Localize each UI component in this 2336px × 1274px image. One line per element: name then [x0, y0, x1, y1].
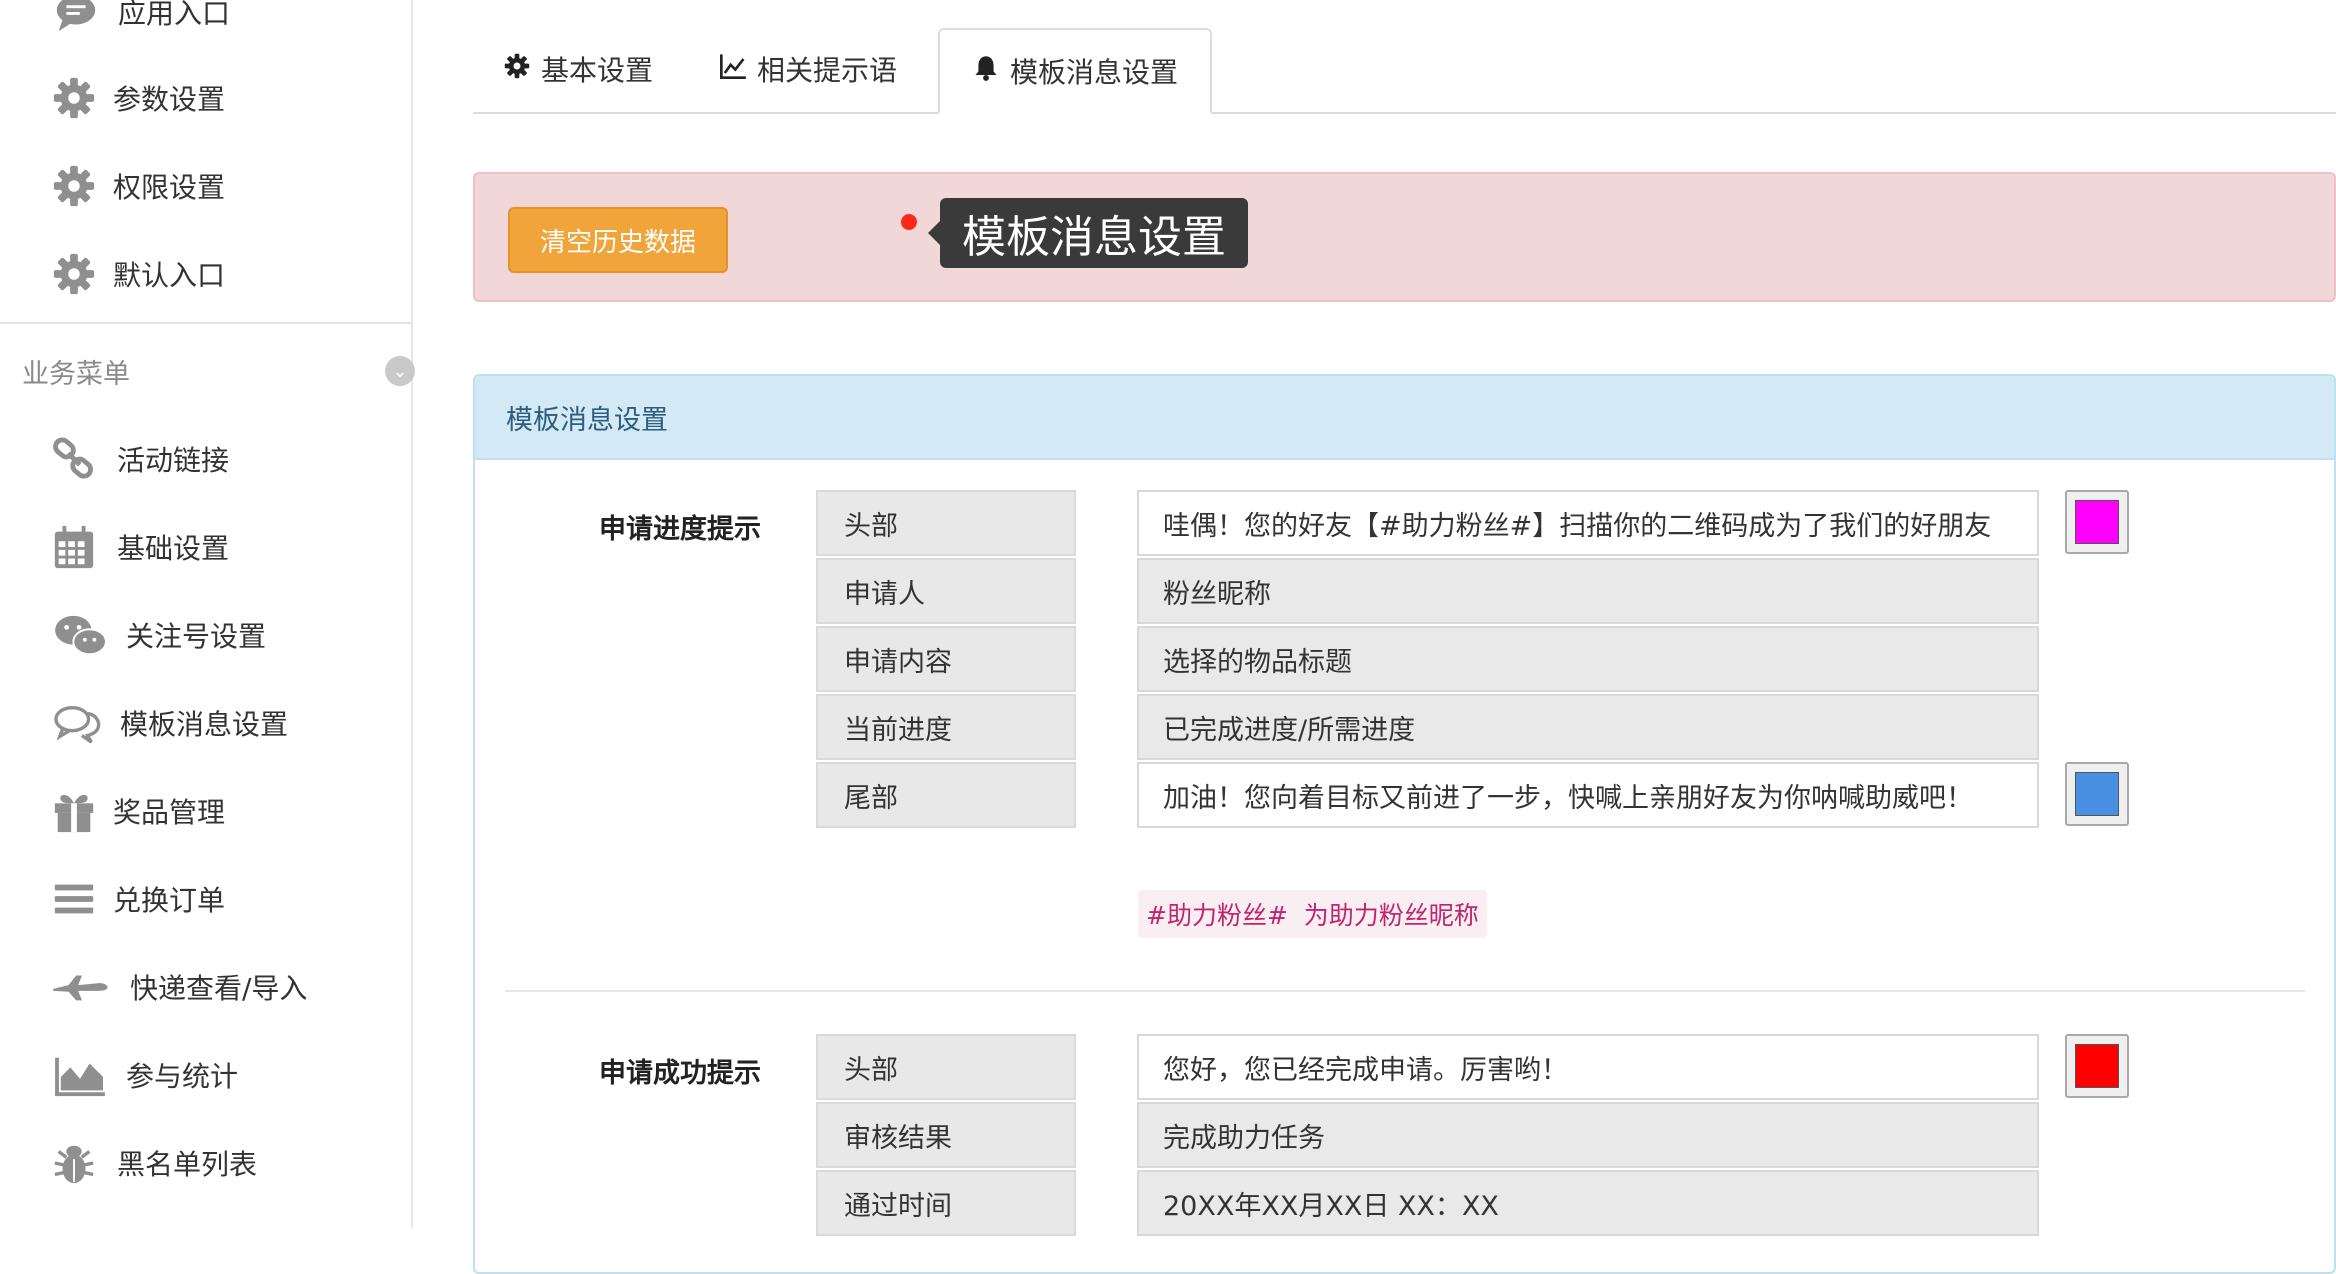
color-swatch-fill: [2075, 1044, 2119, 1088]
gear-icon: [50, 250, 98, 298]
row-label: 当前进度: [816, 694, 1076, 760]
area-chart-icon: [52, 1051, 108, 1099]
chevron-down-icon[interactable]: ⌄: [385, 356, 415, 386]
tab-related-prompts[interactable]: 相关提示语: [719, 28, 897, 110]
readonly-field: 粉丝昵称: [1137, 558, 2039, 624]
header-text-input[interactable]: 哇偶！您的好友【#助力粉丝#】扫描你的二维码成为了我们的好朋友: [1137, 490, 2039, 556]
template-message-panel: 模板消息设置 申请进度提示 头部 哇偶！您的好友【#助力粉丝#】扫描你的二维码成…: [473, 374, 2336, 1274]
tab-bar: 基本设置 相关提示语 模板消息设置: [473, 28, 2336, 114]
sidebar-item-activity-link[interactable]: 活动链接: [0, 419, 411, 499]
sidebar-item-blacklist[interactable]: 黑名单列表: [0, 1123, 411, 1203]
sidebar: 应用入口 参数设置 权限设置 默认入口 业务菜单 ⌄ 活动链接 基础设置 关注号…: [0, 0, 415, 1228]
sidebar-item-exchange-orders[interactable]: 兑换订单: [0, 859, 411, 939]
sidebar-item-label: 黑名单列表: [117, 1148, 258, 1181]
sidebar-item-label: 兑换订单: [113, 884, 226, 917]
alert-bar: 清空历史数据 模板消息设置: [473, 172, 2336, 302]
row-label: 头部: [816, 490, 1076, 556]
color-swatch-fill: [2075, 500, 2119, 544]
readonly-field: 选择的物品标题: [1137, 626, 2039, 692]
gear-icon: [503, 52, 531, 87]
readonly-field: 20XX年XX月XX日 XX：XX: [1137, 1170, 2039, 1236]
row-label: 申请人: [816, 558, 1076, 624]
gift-icon: [50, 787, 98, 835]
readonly-field: 完成助力任务: [1137, 1102, 2039, 1168]
sidebar-item-prizes[interactable]: 奖品管理: [0, 771, 411, 851]
sidebar-item-stats[interactable]: 参与统计: [0, 1035, 411, 1115]
sidebar-item-label: 奖品管理: [113, 796, 226, 829]
bell-icon: [972, 54, 1000, 89]
readonly-field: 已完成进度/所需进度: [1137, 694, 2039, 760]
sidebar-item-label: 模板消息设置: [120, 708, 289, 741]
gear-icon: [50, 74, 98, 122]
sidebar-item-label: 快递查看/导入: [130, 972, 308, 1005]
tab-basic-settings[interactable]: 基本设置: [503, 28, 653, 110]
section-title: 申请进度提示: [599, 514, 761, 545]
sidebar-item-params[interactable]: 参数设置: [0, 58, 411, 138]
color-picker[interactable]: [2065, 490, 2129, 554]
header-text-input[interactable]: 您好，您已经完成申请。厉害哟！: [1137, 1034, 2039, 1100]
calendar-icon: [50, 523, 98, 571]
sidebar-item-follow-account[interactable]: 关注号设置: [0, 595, 411, 675]
sidebar-item-label: 权限设置: [113, 171, 226, 204]
tab-label: 基本设置: [541, 54, 654, 87]
bug-icon: [50, 1139, 98, 1187]
color-picker[interactable]: [2065, 1034, 2129, 1098]
clear-history-button[interactable]: 清空历史数据: [508, 207, 728, 273]
section-title: 申请成功提示: [599, 1058, 761, 1089]
sidebar-item-express[interactable]: 快递查看/导入: [0, 947, 411, 1027]
sidebar-item-label: 活动链接: [117, 444, 230, 477]
comments-icon: [52, 699, 104, 747]
row-label: 尾部: [816, 762, 1076, 828]
sidebar-item-label: 默认入口: [113, 259, 226, 292]
chat-bubble-icon: [52, 0, 100, 36]
plane-icon: [50, 963, 112, 1011]
list-icon: [50, 875, 98, 923]
sidebar-item-label: 应用入口: [118, 0, 231, 30]
tooltip: 模板消息设置: [928, 198, 1248, 268]
sidebar-group-label: 业务菜单: [22, 359, 130, 390]
sidebar-item-template-message[interactable]: 模板消息设置: [0, 683, 411, 763]
sidebar-item-label: 基础设置: [117, 532, 230, 565]
sidebar-item-app-entry[interactable]: 应用入口: [0, 0, 411, 52]
row-label: 通过时间: [816, 1170, 1076, 1236]
section-divider: [505, 990, 2305, 992]
sidebar-item-label: 参数设置: [113, 83, 226, 116]
tab-template-message[interactable]: 模板消息设置: [938, 28, 1212, 114]
color-swatch-fill: [2075, 772, 2119, 816]
line-chart-icon: [719, 52, 747, 87]
sidebar-item-permissions[interactable]: 权限设置: [0, 146, 411, 226]
indicator-dot: [901, 214, 917, 230]
sidebar-item-default-entry[interactable]: 默认入口: [0, 234, 411, 314]
wechat-icon: [52, 611, 110, 659]
sidebar-item-basic-settings[interactable]: 基础设置: [0, 507, 411, 587]
color-picker[interactable]: [2065, 762, 2129, 826]
link-icon: [50, 435, 98, 483]
gear-icon: [50, 162, 98, 210]
tab-label: 相关提示语: [757, 54, 898, 87]
variable-hint: #助力粉丝# 为助力粉丝昵称: [1138, 890, 1487, 938]
row-label: 审核结果: [816, 1102, 1076, 1168]
sidebar-item-label: 参与统计: [126, 1060, 239, 1093]
footer-text-input[interactable]: 加油！您向着目标又前进了一步，快喊上亲朋好友为你呐喊助威吧！: [1137, 762, 2039, 828]
sidebar-divider: [0, 322, 411, 324]
tab-label: 模板消息设置: [1009, 56, 1178, 89]
row-label: 头部: [816, 1034, 1076, 1100]
panel-title: 模板消息设置: [475, 376, 2334, 460]
sidebar-item-label: 关注号设置: [126, 620, 267, 653]
row-label: 申请内容: [816, 626, 1076, 692]
